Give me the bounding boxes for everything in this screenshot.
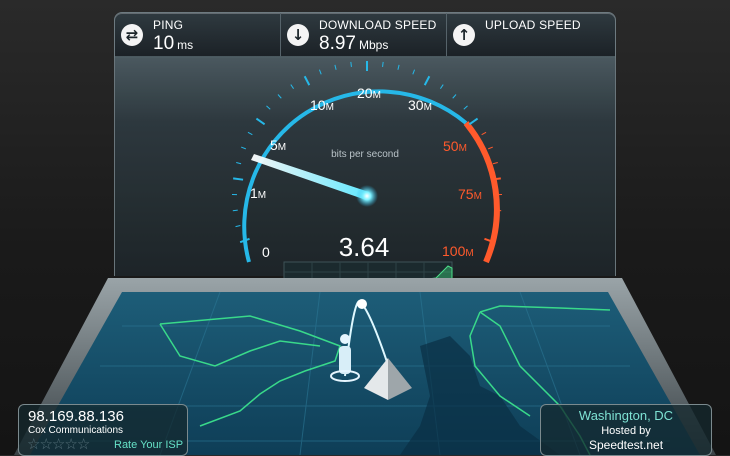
gauge-needle xyxy=(251,154,369,200)
gauge-tick xyxy=(236,162,241,163)
scale-label-100m: 100M xyxy=(442,243,474,259)
client-ip: 98.169.88.136 xyxy=(28,408,124,425)
gauge-tick xyxy=(305,76,310,85)
star-icon[interactable]: ☆ xyxy=(52,436,64,453)
gauge-tick xyxy=(351,62,352,67)
gauge-tick xyxy=(440,85,443,89)
gauge-tick xyxy=(413,70,415,75)
rate-isp-link[interactable]: Rate Your ISP xyxy=(114,439,183,451)
gauge-tick xyxy=(464,106,468,109)
star-icon[interactable]: ☆ xyxy=(27,436,39,453)
star-icon[interactable]: ☆ xyxy=(77,436,89,453)
client-info-box: 98.169.88.136 Cox Communications ☆☆☆☆☆ R… xyxy=(18,404,188,456)
gauge-tick xyxy=(236,226,241,227)
gauge-tick xyxy=(319,70,321,75)
isp-rating-stars[interactable]: ☆☆☆☆☆ xyxy=(27,435,89,453)
server-city[interactable]: Washington, DC xyxy=(541,408,711,423)
gauge-tick xyxy=(383,62,384,67)
gauge-tick xyxy=(482,132,486,134)
star-icon[interactable]: ☆ xyxy=(39,436,51,453)
scale-label-0: 0 xyxy=(262,244,270,260)
gauge-tick xyxy=(278,95,281,99)
scale-label-1m: 1M xyxy=(250,185,266,201)
gauge-tick xyxy=(491,178,501,179)
gauge-tick xyxy=(398,65,399,70)
server-info-box: Washington, DC Hosted by Speedtest.net xyxy=(540,404,712,456)
gauge-tick xyxy=(496,210,501,211)
gauge-tick xyxy=(469,119,477,125)
server-sponsor[interactable]: Speedtest.net xyxy=(541,438,711,452)
gauge-tick xyxy=(488,147,493,149)
gauge-tick xyxy=(233,178,243,179)
gauge-tick xyxy=(233,210,238,211)
gauge-tick xyxy=(453,95,456,99)
gauge-tick xyxy=(291,85,294,89)
gauge-tick xyxy=(266,106,270,109)
star-icon[interactable]: ☆ xyxy=(64,436,76,453)
gauge-hub xyxy=(356,185,378,207)
hosted-by-label: Hosted by xyxy=(541,425,711,437)
gauge-tick xyxy=(241,147,246,149)
gauge-tick xyxy=(425,76,430,85)
gauge-caption: bits per second xyxy=(300,149,430,160)
gauge-tick xyxy=(493,162,498,163)
gauge-tick xyxy=(335,65,336,70)
gauge-tick xyxy=(256,119,264,125)
gauge-tick xyxy=(248,132,252,134)
scale-label-50m: 50M xyxy=(443,138,467,154)
scale-label-75m: 75M xyxy=(458,186,482,202)
connection-endpoint xyxy=(357,299,367,309)
gauge-reading: 3.64 xyxy=(314,232,414,263)
scale-label-20m: 20M xyxy=(357,85,381,101)
